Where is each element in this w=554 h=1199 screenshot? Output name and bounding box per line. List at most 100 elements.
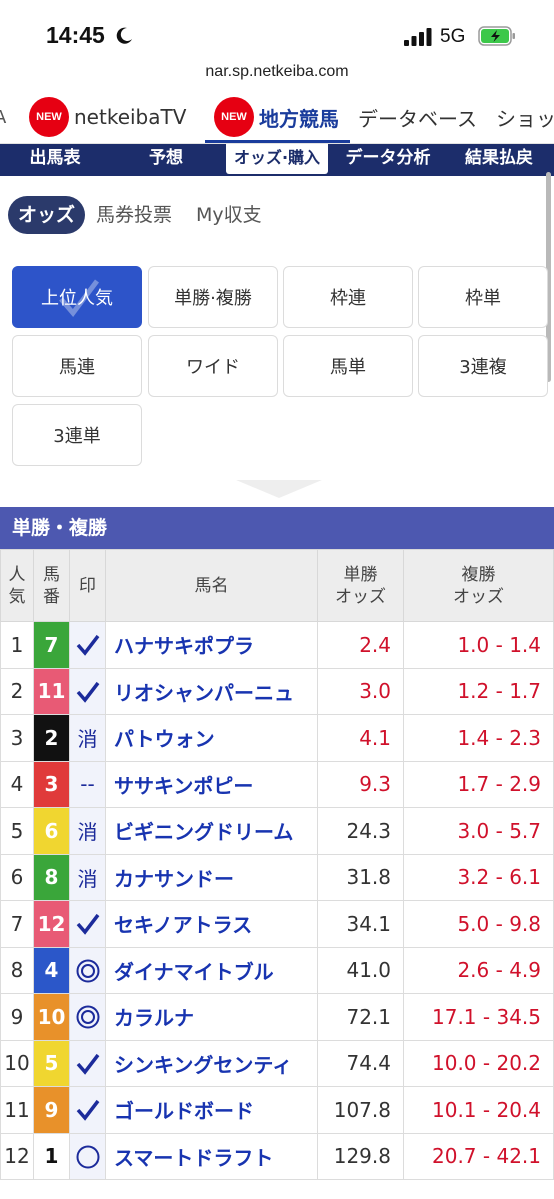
rank-cell: 1 (0, 621, 34, 669)
table-row[interactable]: 2 11 リオシャンパーニュ 3.0 1.2 - 1.7 (0, 667, 554, 715)
bet-exacta[interactable]: 馬単 (283, 335, 413, 397)
horse-number-cell: 3 (33, 760, 70, 808)
horse-number-cell: 4 (33, 946, 70, 994)
horse-name-link[interactable]: リオシャンパーニュ (105, 667, 318, 715)
horse-number-cell: 6 (33, 807, 70, 855)
service-nav: A NEW netkeibaTV NEW 地方競馬 データベース ショッ (0, 90, 554, 144)
new-badge: NEW (29, 97, 69, 137)
nav-label: netkeibaTV (74, 105, 187, 129)
nav-shop[interactable]: ショッ (496, 90, 554, 143)
rank-cell: 10 (0, 1039, 34, 1087)
mark-cell[interactable] (69, 900, 106, 948)
battery-icon (478, 26, 515, 46)
bet-quinella[interactable]: 馬連 (12, 335, 142, 397)
check-mark-icon (76, 913, 99, 935)
mark-text: 消 (77, 866, 98, 891)
horse-name-link[interactable]: セキノアトラス (105, 900, 318, 948)
win-odds-cell: 24.3 (317, 807, 404, 855)
horse-name-link[interactable]: ハナサキポプラ (105, 621, 318, 669)
table-row[interactable]: 12 1 スマートドラフト 129.8 20.7 - 42.1 (0, 1132, 554, 1180)
place-odds-cell: 10.1 - 20.4 (403, 1086, 554, 1134)
table-row[interactable]: 10 5 シンキングセンティ 74.4 10.0 - 20.2 (0, 1039, 554, 1087)
rank-cell: 2 (0, 667, 34, 715)
mark-cell[interactable] (69, 621, 106, 669)
table-row[interactable]: 7 12 セキノアトラス 34.1 5.0 - 9.8 (0, 900, 554, 948)
nav-chihou-keiba[interactable]: NEW 地方競馬 (214, 90, 339, 143)
bet-wide[interactable]: ワイド (148, 335, 278, 397)
horse-name-link[interactable]: カナサンドー (105, 853, 318, 901)
network-label: 5G (440, 26, 466, 47)
horse-name-link[interactable]: カラルナ (105, 993, 318, 1041)
bet-top-popular[interactable]: 上位人気 (12, 266, 142, 328)
nav-netkeibatv[interactable]: NEW netkeibaTV (29, 90, 187, 143)
odds-table-body: 1 7 ハナサキポプラ 2.4 1.0 - 1.4 2 11 リオシャンパーニュ 3.0 1.2 … (0, 621, 554, 1180)
horse-name-link[interactable]: ササキンポピー (105, 760, 318, 808)
bet-trio[interactable]: 3連複 (418, 335, 548, 397)
nav-label: ショッ (496, 106, 554, 131)
nav-database[interactable]: データベース (358, 90, 477, 143)
table-row[interactable]: 8 4 ダイナマイトブル 41.0 2.6 - 4.9 (0, 946, 554, 994)
table-row[interactable]: 1 7 ハナサキポプラ 2.4 1.0 - 1.4 (0, 621, 554, 669)
section-title: 単勝・複勝 (0, 507, 554, 549)
mark-text: -- (80, 772, 95, 797)
mark-cell[interactable]: 消 (69, 714, 106, 762)
win-odds-cell: 31.8 (317, 853, 404, 901)
horse-number-cell: 8 (33, 853, 70, 901)
collapse-chevron-icon[interactable] (236, 478, 322, 500)
bet-trifecta[interactable]: 3連単 (12, 404, 142, 466)
mark-cell[interactable]: -- (69, 760, 106, 808)
rank-cell: 12 (0, 1132, 34, 1180)
place-odds-cell: 3.0 - 5.7 (403, 807, 554, 855)
bet-bracket-quinella[interactable]: 枠連 (283, 266, 413, 328)
table-row[interactable]: 9 10 カラルナ 72.1 17.1 - 34.5 (0, 993, 554, 1041)
table-row[interactable]: 3 2 消パトウォン 4.1 1.4 - 2.3 (0, 714, 554, 762)
tab-yosou[interactable]: 予想 (130, 144, 202, 176)
horse-name-link[interactable]: ダイナマイトブル (105, 946, 318, 994)
url-bar[interactable]: nar.sp.netkeiba.com (0, 56, 554, 88)
horse-number-cell: 10 (33, 993, 70, 1041)
mark-cell[interactable]: 消 (69, 807, 106, 855)
mark-cell[interactable] (69, 946, 106, 994)
mark-cell[interactable]: 消 (69, 853, 106, 901)
table-row[interactable]: 5 6 消ビギニングドリーム 24.3 3.0 - 5.7 (0, 807, 554, 855)
tab-shutuba[interactable]: 出馬表 (14, 144, 96, 176)
horse-name-link[interactable]: パトウォン (105, 714, 318, 762)
win-odds-cell: 74.4 (317, 1039, 404, 1087)
mark-cell[interactable] (69, 667, 106, 715)
signal-icon (404, 28, 432, 46)
header-rank: 人気 (0, 549, 34, 622)
table-row[interactable]: 4 3 -- ササキンポピー 9.3 1.7 - 2.9 (0, 760, 554, 808)
mark-cell[interactable] (69, 993, 106, 1041)
tab-data-analysis[interactable]: データ分析 (336, 144, 440, 176)
nav-label: 地方競馬 (259, 106, 339, 131)
header-horse-name: 馬名 (105, 549, 318, 622)
mark-cell[interactable] (69, 1039, 106, 1087)
new-badge: NEW (214, 97, 254, 137)
horse-name-link[interactable]: ゴールドボード (105, 1086, 318, 1134)
bet-win-place[interactable]: 単勝·複勝 (148, 266, 278, 328)
status-bar: 14:45 5G (0, 0, 554, 62)
horse-number-cell: 7 (33, 621, 70, 669)
double-circle-icon (76, 1005, 99, 1029)
moon-icon (116, 27, 132, 44)
sub-tabs: オッズ 馬券投票 My収支 (0, 196, 554, 236)
subtab-odds[interactable]: オッズ (8, 196, 86, 234)
horse-name-link[interactable]: ビギニングドリーム (105, 807, 318, 855)
subtab-vote[interactable]: 馬券投票 (96, 196, 172, 234)
mark-cell[interactable] (69, 1086, 106, 1134)
tab-odds-purchase[interactable]: オッズ·購入 (226, 144, 328, 174)
table-row[interactable]: 6 8 消カナサンドー 31.8 3.2 - 6.1 (0, 853, 554, 901)
subtab-my-balance[interactable]: My収支 (196, 196, 262, 234)
mark-text: 消 (77, 727, 98, 752)
rank-cell: 4 (0, 760, 34, 808)
tab-result[interactable]: 結果払戻 (452, 144, 546, 176)
win-odds-cell: 2.4 (317, 621, 404, 669)
rank-cell: 7 (0, 900, 34, 948)
win-odds-cell: 4.1 (317, 714, 404, 762)
mark-cell[interactable] (69, 1132, 106, 1180)
bet-bracket-exacta[interactable]: 枠単 (418, 266, 548, 328)
status-time: 14:45 (46, 22, 105, 48)
table-row[interactable]: 11 9 ゴールドボード 107.8 10.1 - 20.4 (0, 1086, 554, 1134)
horse-name-link[interactable]: シンキングセンティ (105, 1039, 318, 1087)
horse-name-link[interactable]: スマートドラフト (105, 1132, 318, 1180)
